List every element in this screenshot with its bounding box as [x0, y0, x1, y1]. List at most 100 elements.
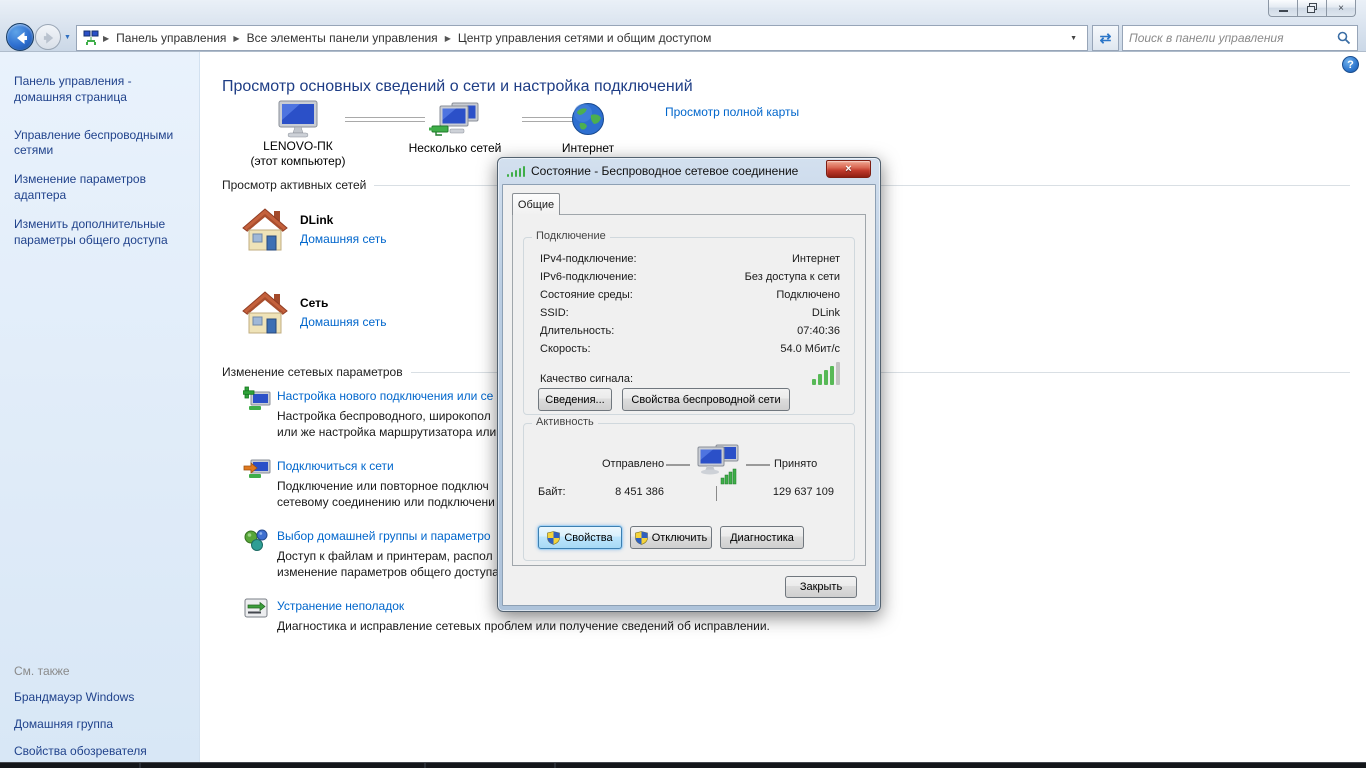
help-button[interactable]: ? — [1342, 56, 1359, 73]
minimize-icon — [1279, 10, 1288, 12]
search-box[interactable] — [1122, 25, 1358, 51]
activity-group-label: Активность — [532, 416, 598, 428]
divider — [716, 486, 717, 501]
connection-rows: IPv4-подключение: Интернет IPv6-подключе… — [524, 250, 854, 358]
this-computer-icon[interactable] — [275, 100, 321, 138]
wireless-properties-button[interactable]: Свойства беспроводной сети — [622, 388, 790, 411]
search-icon — [1337, 31, 1351, 45]
network-type-link[interactable]: Домашняя сеть — [300, 232, 386, 246]
recent-pages-dropdown[interactable]: ▼ — [64, 34, 71, 41]
close-button[interactable]: × — [1326, 0, 1356, 17]
dialog-body: Общие Подключение IPv4-подключение: Инте… — [502, 184, 876, 606]
sidebar-item-advanced-sharing[interactable]: Изменить дополнительные параметры общего… — [14, 217, 186, 249]
refresh-button[interactable]: ⇄ — [1092, 25, 1119, 51]
signal-quality-row: Качество сигнала: — [540, 362, 840, 385]
diagnose-button[interactable]: Диагностика — [720, 526, 804, 549]
flow-line — [666, 464, 690, 466]
activity-flow: Отправлено — [524, 446, 854, 488]
signal-bars-icon — [507, 166, 525, 177]
back-arrow-icon — [7, 24, 35, 52]
home-network-icon — [241, 289, 289, 335]
internet-globe-icon[interactable] — [571, 102, 605, 136]
see-also-section: См. также Брандмауэр Windows Домашняя гр… — [14, 664, 190, 768]
map-node-label: Интернет — [518, 141, 658, 155]
forward-arrow-icon — [36, 25, 62, 51]
task-description: Подключение или повторное подключ — [277, 479, 489, 493]
sidebar-item-adapter-settings[interactable]: Изменение параметров адаптера — [14, 172, 186, 204]
network-icon — [83, 30, 99, 46]
view-full-map-link[interactable]: Просмотр полной карты — [665, 105, 799, 119]
breadcrumb-control-panel[interactable]: Панель управления — [113, 31, 229, 45]
uac-shield-icon — [547, 531, 560, 545]
address-dropdown-icon[interactable]: ▼ — [1064, 35, 1083, 42]
breadcrumb-all-items[interactable]: Все элементы панели управления — [244, 31, 441, 45]
bytes-received-value: 129 637 109 — [754, 486, 834, 498]
ipv4-row: IPv4-подключение: Интернет — [524, 250, 854, 268]
ssid-row: SSID: DLink — [524, 304, 854, 322]
network-sharing-center-window: × ▼ ▶ Панель управления ▶ Все элементы п… — [0, 0, 1366, 768]
back-button[interactable] — [6, 23, 34, 51]
map-connector — [345, 117, 425, 122]
map-node-sublabel: (этот компьютер) — [228, 154, 368, 168]
restore-icon — [1307, 3, 1317, 13]
map-node-label: Несколько сетей — [385, 141, 525, 155]
setup-new-connection-link[interactable]: Настройка нового подключения или се — [277, 389, 493, 403]
close-dialog-button[interactable]: Закрыть — [785, 576, 857, 598]
breadcrumb-separator: ▶ — [99, 34, 113, 43]
connect-to-network-icon — [243, 456, 271, 482]
new-connection-icon — [243, 386, 271, 412]
sidebar-item-manage-wireless[interactable]: Управление беспроводными сетями — [14, 128, 186, 160]
bytes-sent-value: 8 451 386 — [579, 486, 664, 498]
task-description: Доступ к файлам и принтерам, распол — [277, 549, 493, 563]
signal-quality-bars-icon — [812, 362, 840, 385]
activity-computers-icon — [694, 442, 740, 486]
tab-general[interactable]: Общие — [512, 193, 560, 215]
see-also-header: См. также — [14, 664, 190, 678]
uac-shield-icon — [635, 531, 648, 545]
sent-label: Отправлено — [602, 458, 664, 470]
speed-row: Скорость: 54.0 Мбит/с — [524, 340, 854, 358]
bytes-label: Байт: — [538, 486, 566, 498]
address-bar[interactable]: ▶ Панель управления ▶ Все элементы панел… — [76, 25, 1088, 51]
task-description: изменение параметров общего доступа — [277, 565, 499, 579]
taskbar-edge[interactable] — [0, 762, 1366, 768]
connection-group: Подключение IPv4-подключение: Интернет I… — [523, 237, 855, 415]
task-description: Настройка беспроводного, широкопол — [277, 409, 491, 423]
tab-page: Подключение IPv4-подключение: Интернет I… — [512, 214, 866, 566]
activity-buttons: Свойства Отключить Диагностика — [538, 526, 804, 549]
dialog-title: Состояние - Беспроводное сетевое соедине… — [531, 164, 798, 178]
minimize-button[interactable] — [1268, 0, 1298, 17]
network-name: DLink — [300, 213, 333, 227]
connect-to-network-link[interactable]: Подключиться к сети — [277, 459, 394, 473]
forward-button[interactable] — [35, 24, 61, 50]
dialog-titlebar: Состояние - Беспроводное сетевое соедине… — [498, 158, 880, 184]
properties-button[interactable]: Свойства — [538, 526, 622, 549]
sidebar: Панель управления - домашняя страница Уп… — [0, 52, 200, 762]
caption-buttons: × — [1269, 0, 1356, 17]
sidebar-item-homegroup[interactable]: Домашняя группа — [14, 717, 186, 733]
map-node-label: LENOVO-ПК — [228, 139, 368, 153]
disconnect-button[interactable]: Отключить — [630, 526, 712, 549]
task-description: или же настройка маршрутизатора или — [277, 425, 496, 439]
signal-quality-label: Качество сигнала: — [540, 373, 633, 385]
sidebar-item-windows-firewall[interactable]: Брандмауэр Windows — [14, 690, 186, 706]
dialog-close-button[interactable]: × — [826, 160, 871, 178]
search-input[interactable] — [1129, 31, 1337, 45]
breadcrumb-network-center[interactable]: Центр управления сетями и общим доступом — [455, 31, 715, 45]
maximize-button[interactable] — [1297, 0, 1327, 17]
details-button[interactable]: Сведения... — [538, 388, 612, 411]
duration-row: Длительность: 07:40:36 — [524, 322, 854, 340]
network-type-link[interactable]: Домашняя сеть — [300, 315, 386, 329]
home-network-icon — [241, 206, 289, 252]
wireless-status-dialog: Состояние - Беспроводное сетевое соедине… — [497, 157, 881, 612]
connection-buttons: Сведения... Свойства беспроводной сети — [538, 388, 790, 411]
breadcrumb-separator: ▶ — [441, 34, 455, 43]
breadcrumb-separator: ▶ — [229, 34, 243, 43]
homegroup-options-link[interactable]: Выбор домашней группы и параметро — [277, 529, 491, 543]
multiple-networks-icon[interactable] — [428, 100, 480, 140]
troubleshoot-link[interactable]: Устранение неполадок — [277, 599, 404, 613]
homegroup-icon — [243, 527, 271, 553]
sidebar-item-control-panel-home[interactable]: Панель управления - домашняя страница — [14, 74, 186, 106]
sidebar-item-internet-options[interactable]: Свойства обозревателя — [14, 744, 186, 760]
flow-line — [746, 464, 770, 466]
